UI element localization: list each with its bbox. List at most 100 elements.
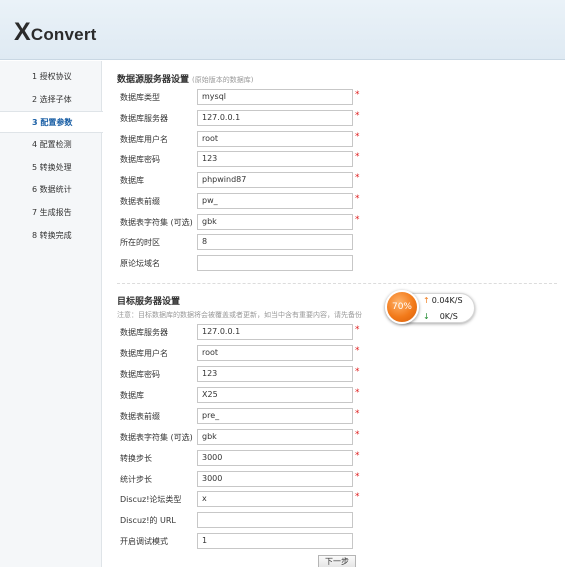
source-title-note: (原始版本的数据库) — [192, 76, 254, 84]
target-table-prefix-input[interactable]: pre_ — [197, 408, 353, 424]
target-row-stat-step: 统计步长 3000 * — [103, 471, 565, 487]
target-row-db-user: 数据库用户名 root * — [103, 345, 565, 361]
source-db-password-input[interactable]: 123 — [197, 151, 353, 167]
target-charset-input[interactable]: gbk — [197, 429, 353, 445]
target-section-title: 目标服务器设置 — [117, 297, 181, 307]
field-label: 数据库类型 — [120, 93, 160, 102]
source-row-charset: 数据表字符集 (可选) gbk * — [103, 214, 565, 230]
target-row-db-name: 数据库 X25 * — [103, 387, 565, 403]
required-mark: * — [355, 111, 360, 121]
source-db-server-input[interactable]: 127.0.0.1 — [197, 110, 353, 126]
source-domain-input[interactable] — [197, 255, 353, 271]
target-row-convert-step: 转换步长 3000 * — [103, 450, 565, 466]
field-label: 数据表前缀 — [120, 412, 160, 421]
field-label: 数据库用户名 — [120, 349, 168, 358]
sidebar-item-conversion[interactable]: 5 转换处理 — [0, 157, 102, 179]
upload-speed: ↑ 0.04K/S — [423, 296, 463, 305]
target-debug-mode-input[interactable]: 1 — [197, 533, 353, 549]
download-speed: ↓ 0K/S — [423, 312, 458, 321]
sidebar-item-config-check[interactable]: 4 配置检测 — [0, 134, 102, 156]
source-row-table-prefix: 数据表前缀 pw_ * — [103, 193, 565, 209]
source-row-domain: 原论坛域名 — [103, 255, 565, 271]
required-mark: * — [355, 472, 360, 482]
app-header: XConvert — [0, 0, 565, 60]
required-mark: * — [355, 152, 360, 162]
field-label: 数据库 — [120, 176, 144, 185]
section-divider — [117, 283, 557, 284]
step-sidebar: 1 授权协议 2 选择子体 3 配置参数 4 配置检测 5 转换处理 6 数据统… — [0, 61, 103, 567]
sidebar-item-complete[interactable]: 8 转换完成 — [0, 225, 102, 247]
target-db-server-input[interactable]: 127.0.0.1 — [197, 324, 353, 340]
source-table-prefix-input[interactable]: pw_ — [197, 193, 353, 209]
field-label: 数据表字符集 (可选) — [120, 433, 193, 442]
source-row-db-server: 数据库服务器 127.0.0.1 * — [103, 110, 565, 126]
field-label: 转换步长 — [120, 454, 152, 463]
logo-text: Convert — [30, 25, 97, 44]
field-label: 所在的时区 — [120, 238, 160, 247]
field-label: 数据表前缀 — [120, 197, 160, 206]
source-charset-input[interactable]: gbk — [197, 214, 353, 230]
sidebar-item-select-subject[interactable]: 2 选择子体 — [0, 89, 102, 111]
target-row-table-prefix: 数据表前缀 pre_ * — [103, 408, 565, 424]
target-discuz-type-input[interactable]: x — [197, 491, 353, 507]
next-step-button[interactable]: 下一步 — [318, 555, 356, 567]
source-row-db-password: 数据库密码 123 * — [103, 151, 565, 167]
target-row-charset: 数据表字符集 (可选) gbk * — [103, 429, 565, 445]
arrow-up-icon: ↑ — [423, 296, 430, 305]
upload-speed-value: 0.04K/S — [431, 296, 463, 305]
source-db-user-input[interactable]: root — [197, 131, 353, 147]
required-mark: * — [355, 90, 360, 100]
required-mark: * — [355, 215, 360, 225]
target-stat-step-input[interactable]: 3000 — [197, 471, 353, 487]
field-label: 统计步长 — [120, 475, 152, 484]
target-row-discuz-url: Discuz!的 URL — [103, 512, 565, 528]
xconvert-logo: XConvert — [14, 18, 97, 47]
required-mark: * — [355, 451, 360, 461]
logo-x: X — [14, 18, 31, 46]
source-row-timezone: 所在的时区 8 — [103, 234, 565, 250]
required-mark: * — [355, 492, 360, 502]
source-db-name-input[interactable]: phpwind87 — [197, 172, 353, 188]
target-db-password-input[interactable]: 123 — [197, 366, 353, 382]
main-content: 数据源服务器设置 (原始版本的数据库) 数据库类型 mysql * 数据库服务器 … — [103, 61, 565, 567]
field-label: Discuz!的 URL — [120, 516, 176, 525]
arrow-down-icon: ↓ — [423, 312, 430, 321]
source-db-type-input[interactable]: mysql — [197, 89, 353, 105]
source-title-text: 数据源服务器设置 — [117, 75, 190, 85]
required-mark: * — [355, 194, 360, 204]
required-mark: * — [355, 173, 360, 183]
field-label: 原论坛域名 — [120, 259, 160, 268]
required-mark: * — [355, 388, 360, 398]
source-row-db-user: 数据库用户名 root * — [103, 131, 565, 147]
field-label: 开启调试模式 — [120, 537, 168, 546]
source-timezone-input[interactable]: 8 — [197, 234, 353, 250]
source-section-title: 数据源服务器设置 (原始版本的数据库) — [117, 72, 253, 85]
field-label: 数据库服务器 — [120, 328, 168, 337]
network-speed-widget[interactable]: 70% ↑ 0.04K/S ↓ 0K/S — [385, 290, 475, 326]
sidebar-item-report[interactable]: 7 生成报告 — [0, 202, 102, 224]
target-notice: 注意：目标数据库的数据将会被覆盖或者更新，如当中含有重要内容，请先备份 — [117, 311, 362, 319]
sidebar-item-configure-params[interactable]: 3 配置参数 — [0, 111, 103, 133]
speed-percent-ball[interactable]: 70% — [385, 290, 419, 324]
sidebar-item-license[interactable]: 1 授权协议 — [0, 66, 102, 88]
field-label: 数据库用户名 — [120, 135, 168, 144]
target-db-user-input[interactable]: root — [197, 345, 353, 361]
required-mark: * — [355, 430, 360, 440]
source-row-db-name: 数据库 phpwind87 * — [103, 172, 565, 188]
field-label: 数据库密码 — [120, 370, 160, 379]
required-mark: * — [355, 325, 360, 335]
source-row-db-type: 数据库类型 mysql * — [103, 89, 565, 105]
sidebar-item-statistics[interactable]: 6 数据统计 — [0, 179, 102, 201]
target-convert-step-input[interactable]: 3000 — [197, 450, 353, 466]
field-label: 数据库密码 — [120, 155, 160, 164]
required-mark: * — [355, 132, 360, 142]
field-label: 数据表字符集 (可选) — [120, 218, 193, 227]
required-mark: * — [355, 409, 360, 419]
target-row-discuz-type: Discuz!论坛类型 x * — [103, 491, 565, 507]
target-db-name-input[interactable]: X25 — [197, 387, 353, 403]
field-label: 数据库 — [120, 391, 144, 400]
target-discuz-url-input[interactable] — [197, 512, 353, 528]
target-row-db-password: 数据库密码 123 * — [103, 366, 565, 382]
download-speed-value: 0K/S — [439, 312, 458, 321]
required-mark: * — [355, 367, 360, 377]
